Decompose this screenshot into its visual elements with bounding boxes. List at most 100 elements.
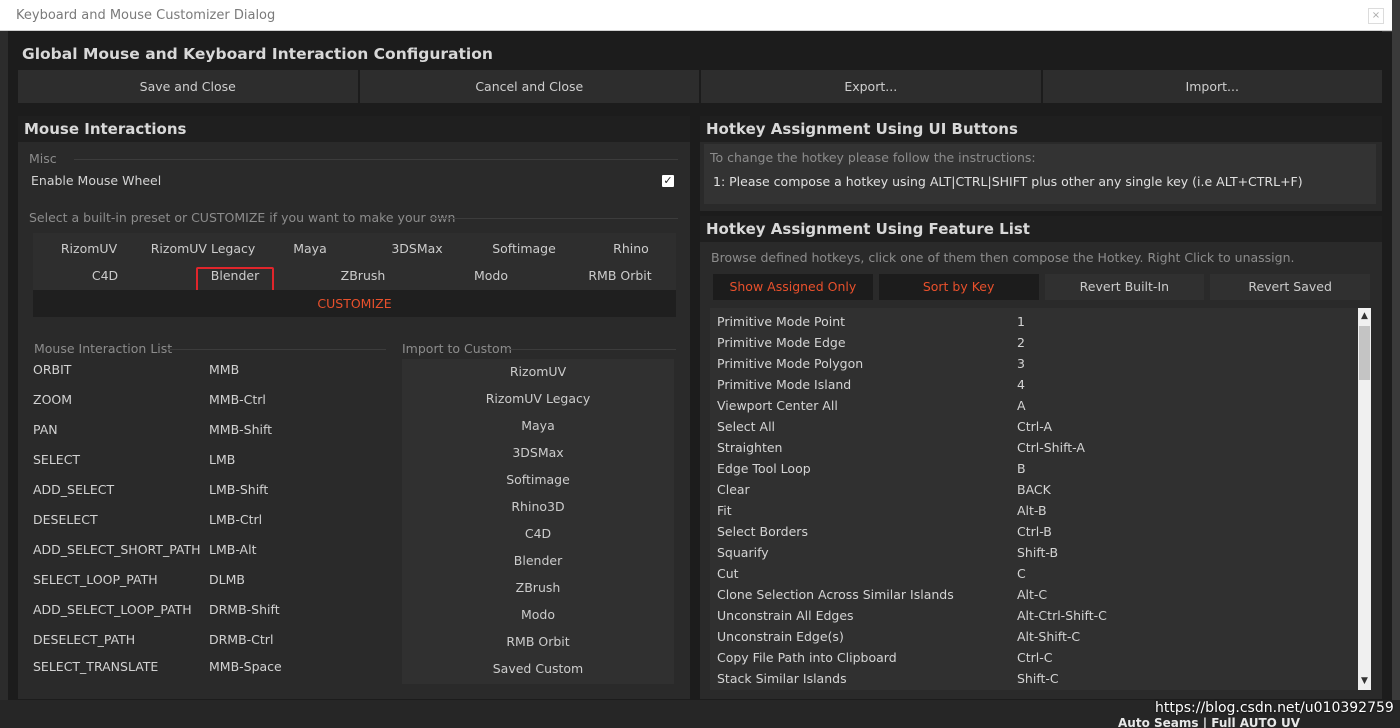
mouse-wheel-row[interactable]: Enable Mouse Wheel ✓ [28,168,678,194]
interaction-name: ADD_SELECT_SHORT_PATH [33,542,201,557]
import-item[interactable]: RizomUV Legacy [402,391,674,406]
mouse-interaction-row[interactable]: PAN MMB-Shift [33,416,383,444]
customize-button[interactable]: CUSTOMIZE [33,290,676,317]
import-item[interactable]: Rhino3D [402,499,674,514]
show-assigned-only-button[interactable]: Show Assigned Only [713,274,873,300]
preset-rizomuv[interactable]: RizomUV [49,241,129,256]
sort-by-key-button[interactable]: Sort by Key [878,274,1039,300]
preset-rizomuv-legacy[interactable]: RizomUV Legacy [143,241,263,256]
interaction-key: MMB [209,362,240,377]
import-item[interactable]: Saved Custom [402,661,674,676]
save-and-close-button[interactable]: Save and Close [18,70,358,103]
dialog-action-bar: Save and Close Cancel and Close Export..… [18,70,1382,103]
scroll-up-icon[interactable]: ▲ [1358,310,1371,322]
revert-built-in-button[interactable]: Revert Built-In [1044,274,1205,300]
hotkey-feature-name: Select Borders [717,524,808,539]
instruction-intro: To change the hotkey please follow the i… [710,150,1036,165]
import-button[interactable]: Import... [1040,70,1382,103]
mouse-wheel-label: Enable Mouse Wheel [31,173,162,188]
mouse-interaction-row[interactable]: ORBIT MMB [33,356,383,384]
interaction-name: ZOOM [33,392,73,407]
interaction-key: MMB-Space [209,659,282,674]
hotkey-row[interactable]: Select All Ctrl-A [710,416,1350,437]
preset-rmb-orbit[interactable]: RMB Orbit [570,268,670,283]
cancel-and-close-button[interactable]: Cancel and Close [357,70,699,103]
import-item[interactable]: RMB Orbit [402,634,674,649]
interaction-name: DESELECT [33,512,98,527]
import-item[interactable]: C4D [402,526,674,541]
hotkey-row[interactable]: Straighten Ctrl-Shift-A [710,437,1350,458]
hotkey-key: Ctrl-B [1017,524,1052,539]
hotkey-row[interactable]: Squarify Shift-B [710,542,1350,563]
preset-softimage[interactable]: Softimage [474,241,574,256]
mouse-interaction-row[interactable]: SELECT_TRANSLATE MMB-Space [33,653,383,681]
hotkey-list-scrollbar[interactable]: ▲ ▼ [1358,308,1371,690]
import-item[interactable]: 3DSMax [402,445,674,460]
close-icon[interactable]: × [1368,8,1384,24]
background-status-text: Auto Seams | Full AUTO UV [1118,716,1301,728]
import-item[interactable]: Blender [402,553,674,568]
mouse-interaction-row[interactable]: ADD_SELECT_SHORT_PATH LMB-Alt [33,536,383,564]
import-to-custom-list: RizomUV RizomUV Legacy Maya 3DSMax Softimage… [402,359,674,684]
preset-rhino[interactable]: Rhino [591,241,671,256]
revert-saved-button[interactable]: Revert Saved [1210,274,1370,300]
interaction-key: LMB-Alt [209,542,257,557]
hotkey-row[interactable]: Viewport Center All A [710,395,1350,416]
export-button[interactable]: Export... [699,70,1041,103]
interaction-name: SELECT_LOOP_PATH [33,572,158,587]
hotkey-feature-name: Primitive Mode Point [717,314,846,329]
import-item[interactable]: ZBrush [402,580,674,595]
mouse-interaction-row[interactable]: DESELECT_PATH DRMB-Ctrl [33,626,383,654]
interaction-name: ORBIT [33,362,72,377]
hotkey-key: Alt-Shift-C [1017,629,1081,644]
hotkey-feature-name: Stack Similar Islands [717,671,847,686]
hotkey-row[interactable]: Stack Similar Islands Shift-C [710,668,1350,689]
import-item[interactable]: Softimage [402,472,674,487]
feature-list-filter-bar: Show Assigned Only Sort by Key Revert Bu… [713,274,1370,300]
window-title: Keyboard and Mouse Customizer Dialog [16,8,276,23]
preset-maya[interactable]: Maya [270,241,350,256]
mouse-interaction-row[interactable]: ADD_SELECT_LOOP_PATH DRMB-Shift [33,596,383,624]
background-app-left-strip [0,0,8,728]
hotkey-key: 2 [1017,335,1025,350]
hotkey-row[interactable]: Unconstrain Edge(s) Alt-Shift-C [710,626,1350,647]
preset-c4d[interactable]: C4D [65,268,145,283]
hotkey-row[interactable]: Primitive Mode Point 1 [710,311,1350,332]
scroll-thumb[interactable] [1359,326,1370,380]
customizer-dialog: Global Mouse and Keyboard Interaction Co… [8,32,1392,700]
interaction-name: ADD_SELECT_LOOP_PATH [33,602,192,617]
hotkey-feature-name: Select All [717,419,776,434]
import-item[interactable]: Maya [402,418,674,433]
mouse-interactions-panel: Mouse Interactions Misc Enable Mouse Whe… [18,116,690,699]
hotkey-row[interactable]: Clone Selection Across Similar Islands Al… [710,584,1350,605]
hotkey-row[interactable]: Primitive Mode Polygon 3 [710,353,1350,374]
hotkey-row[interactable]: Unconstrain All Edges Alt-Ctrl-Shift-C [710,605,1350,626]
import-divider [510,349,676,350]
mouse-wheel-checkbox[interactable]: ✓ [662,175,674,187]
hotkey-row[interactable]: Clear BACK [710,479,1350,500]
hotkey-row[interactable]: Cut C [710,563,1350,584]
preset-zbrush[interactable]: ZBrush [313,268,413,283]
mouse-interaction-row[interactable]: SELECT LMB [33,446,383,474]
hotkey-key: Alt-Ctrl-Shift-C [1017,608,1107,623]
import-item[interactable]: RizomUV [402,364,674,379]
interaction-name: PAN [33,422,58,437]
hotkey-key: 4 [1017,377,1025,392]
hotkey-row[interactable]: Copy File Path into Clipboard Ctrl-C [710,647,1350,668]
import-item[interactable]: Modo [402,607,674,622]
hotkey-row[interactable]: Primitive Mode Edge 2 [710,332,1350,353]
hotkey-row[interactable]: Primitive Mode Island 4 [710,374,1350,395]
scroll-down-icon[interactable]: ▼ [1358,675,1371,687]
preset-3dsmax[interactable]: 3DSMax [367,241,467,256]
window-titlebar: Keyboard and Mouse Customizer Dialog × [0,0,1392,31]
interaction-key: DRMB-Shift [209,602,280,617]
preset-modo[interactable]: Modo [441,268,541,283]
mouse-interaction-row[interactable]: ADD_SELECT LMB-Shift [33,476,383,504]
hotkey-row[interactable]: Edge Tool Loop B [710,458,1350,479]
hotkey-row[interactable]: Fit Alt-B [710,500,1350,521]
mouse-interaction-row[interactable]: SELECT_LOOP_PATH DLMB [33,566,383,594]
mouse-interaction-row[interactable]: ZOOM MMB-Ctrl [33,386,383,414]
hotkey-row[interactable]: Select Borders Ctrl-B [710,521,1350,542]
mouse-interaction-row[interactable]: DESELECT LMB-Ctrl [33,506,383,534]
instruction-step: 1: Please compose a hotkey using ALT|CTR… [713,174,1303,189]
